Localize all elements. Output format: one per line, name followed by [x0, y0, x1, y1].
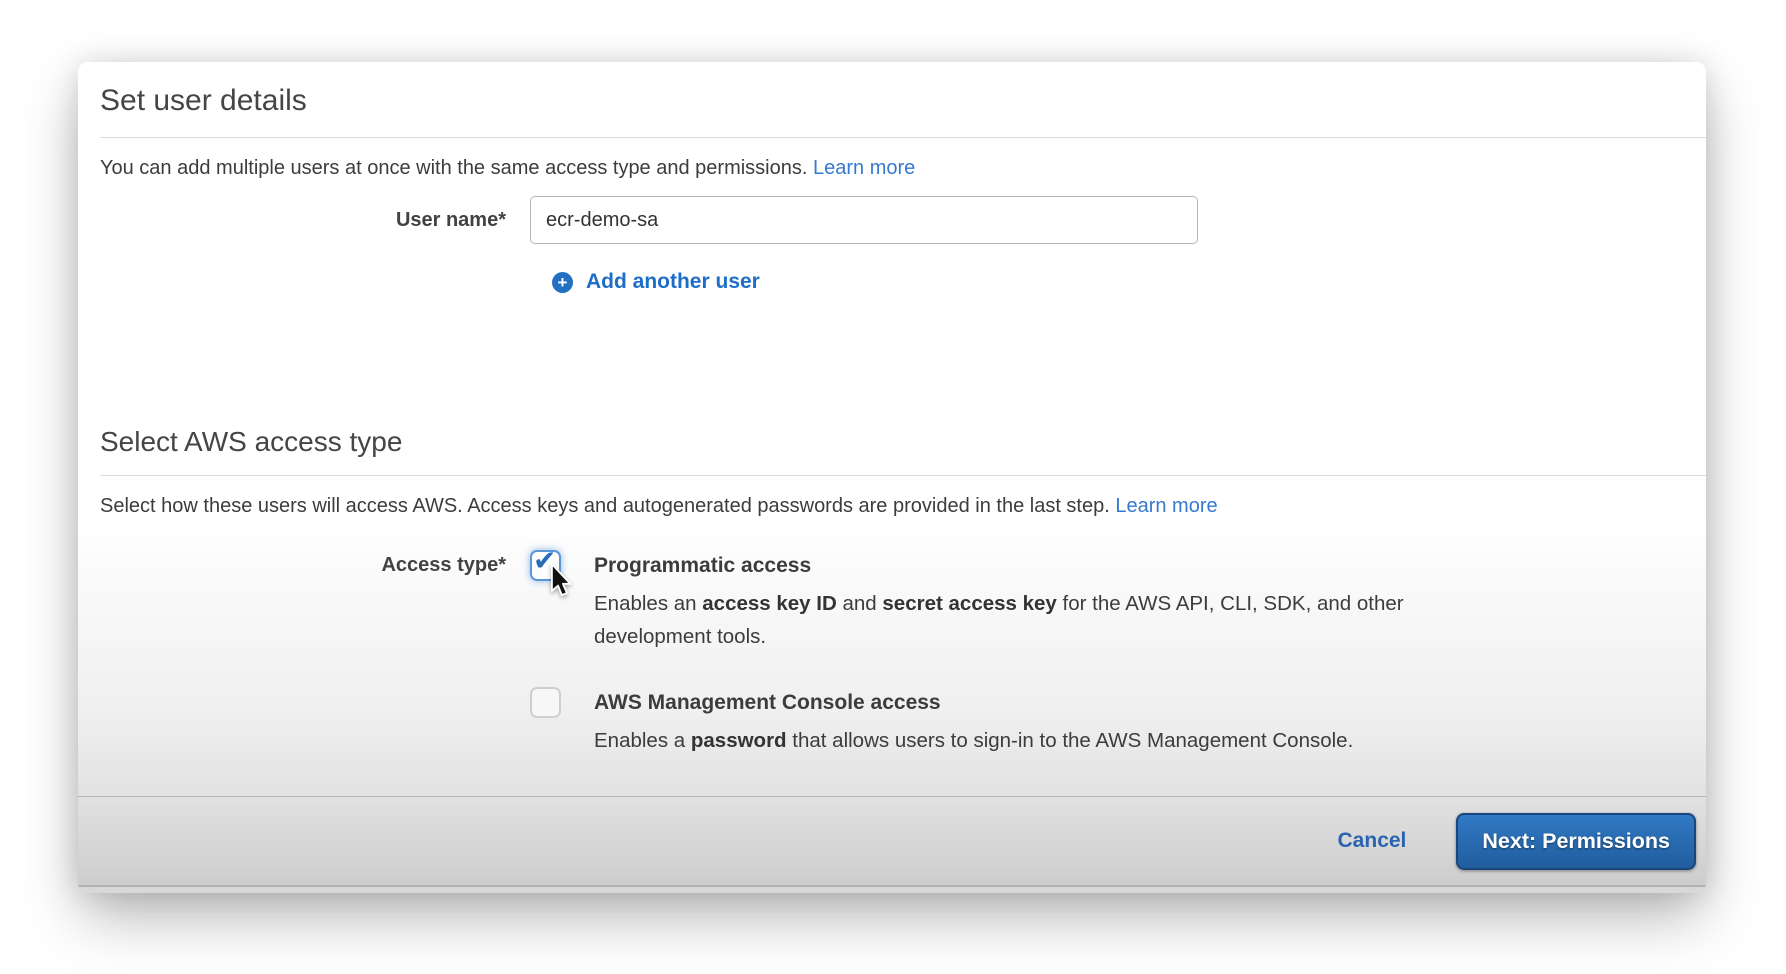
- next-permissions-button[interactable]: Next: Permissions: [1456, 813, 1696, 870]
- option-programmatic-body: Programmatic access Enables an access ke…: [594, 550, 1444, 653]
- plus-circle-icon: [552, 272, 573, 293]
- option-console-body: AWS Management Console access Enables a …: [594, 687, 1353, 757]
- card-bottom-strip: [78, 885, 1706, 893]
- wizard-footer: Cancel Next: Permissions: [78, 796, 1706, 885]
- console-access-label: AWS Management Console access: [594, 687, 1353, 718]
- programmatic-access-description: Enables an access key ID and secret acce…: [594, 587, 1444, 653]
- access-type-row: Access type* Programmatic access Enables…: [100, 550, 1684, 757]
- user-name-label: User name*: [100, 196, 530, 244]
- wizard-content: Set user details You can add multiple us…: [78, 62, 1706, 796]
- option-programmatic-access: Programmatic access Enables an access ke…: [530, 550, 1684, 653]
- access-type-divider: [100, 475, 1706, 476]
- page-title: Set user details: [100, 80, 1684, 122]
- console-access-checkbox[interactable]: [530, 687, 561, 718]
- console-access-description: Enables a password that allows users to …: [594, 724, 1353, 757]
- access-type-options: Programmatic access Enables an access ke…: [530, 550, 1684, 757]
- learn-more-link-access-type[interactable]: Learn more: [1115, 495, 1217, 517]
- access-type-section-title: Select AWS access type: [100, 424, 1684, 460]
- learn-more-link-user-details[interactable]: Learn more: [813, 157, 915, 179]
- page-background: Set user details You can add multiple us…: [0, 0, 1786, 974]
- cancel-button[interactable]: Cancel: [1338, 829, 1407, 853]
- checkmark-icon: [533, 545, 556, 576]
- add-another-user-row[interactable]: Add another user: [552, 270, 1684, 294]
- user-name-input[interactable]: [530, 196, 1198, 244]
- programmatic-access-label: Programmatic access: [594, 550, 1444, 581]
- user-details-intro: You can add multiple users at once with …: [100, 155, 1684, 182]
- add-another-user-link[interactable]: Add another user: [586, 270, 760, 294]
- user-name-row: User name*: [100, 196, 1684, 244]
- user-details-intro-text: You can add multiple users at once with …: [100, 157, 813, 179]
- access-type-intro-text: Select how these users will access AWS. …: [100, 495, 1115, 517]
- access-type-label: Access type*: [100, 550, 530, 581]
- title-divider: [100, 137, 1706, 138]
- programmatic-access-checkbox[interactable]: [530, 550, 561, 581]
- access-type-intro: Select how these users will access AWS. …: [100, 493, 1684, 520]
- add-user-wizard-card: Set user details You can add multiple us…: [78, 62, 1706, 893]
- option-console-access: AWS Management Console access Enables a …: [530, 687, 1684, 757]
